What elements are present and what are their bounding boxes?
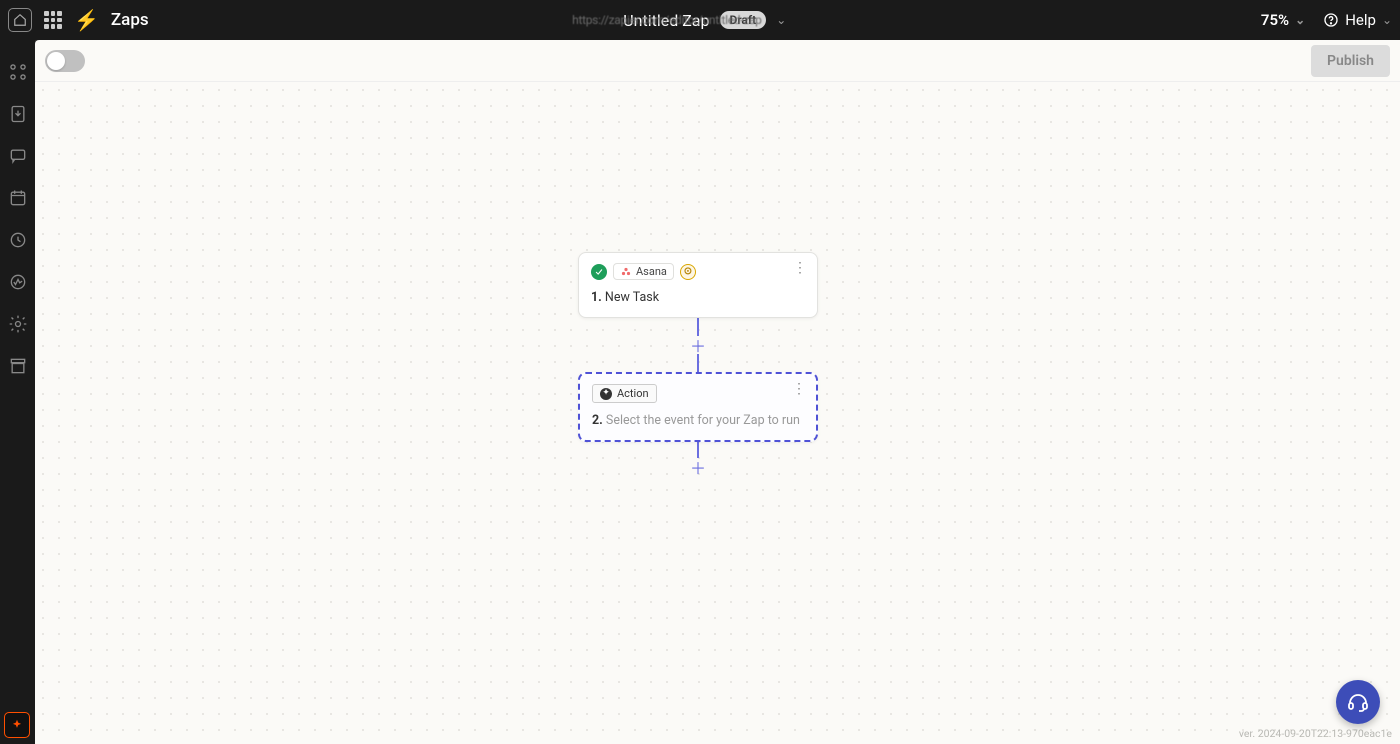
zap-enable-toggle[interactable] [45, 50, 85, 72]
flow-container: Asana ⊙ ⋮ 1. New Task ＋ [578, 252, 818, 476]
asana-logo-icon [620, 266, 632, 278]
add-step-button-1[interactable]: ＋ [689, 336, 707, 354]
trigger-node-body: 1. New Task [591, 290, 805, 305]
help-menu[interactable]: Help ⌄ [1323, 11, 1392, 29]
trigger-node-header: Asana ⊙ [591, 263, 805, 280]
headset-icon [1346, 690, 1370, 714]
version-label: ver. 2024-09-20T22:13-970eac1e [1239, 727, 1392, 740]
action-node[interactable]: ✦ Action ⋮ 2. Select the event for your … [578, 372, 818, 442]
rail-import-icon[interactable] [8, 104, 28, 124]
trigger-instant-badge: ⊙ [680, 264, 696, 280]
trigger-node-menu-icon[interactable]: ⋮ [793, 261, 807, 275]
help-label: Help [1345, 11, 1376, 29]
title-chevron-down-icon[interactable]: ⌄ [776, 13, 786, 27]
editor-canvas[interactable]: Asana ⊙ ⋮ 1. New Task ＋ [35, 82, 1400, 744]
rail-comment-icon[interactable] [8, 146, 28, 166]
toggle-knob [47, 52, 65, 70]
step2-number: 2. [592, 413, 603, 428]
help-circle-icon [1323, 12, 1339, 28]
canvas-toolbar: Publish [35, 40, 1400, 82]
add-step-button-2[interactable]: ＋ [689, 458, 707, 476]
bolt-icon: ⚡ [74, 10, 99, 30]
rail-history-icon[interactable] [8, 230, 28, 250]
action-node-body: 2. Select the event for your Zap to run [592, 413, 804, 428]
zoom-control[interactable]: 75% ⌄ [1261, 11, 1305, 29]
top-bar: ⚡ Zaps https://zapier.com/editor/untitle… [0, 0, 1400, 40]
status-complete-icon [591, 264, 607, 280]
trigger-node[interactable]: Asana ⊙ ⋮ 1. New Task [578, 252, 818, 318]
rail-archive-icon[interactable] [8, 356, 28, 376]
support-chat-fab[interactable] [1336, 680, 1380, 724]
home-icon[interactable] [8, 8, 32, 32]
action-node-header: ✦ Action [592, 384, 804, 403]
canvas-wrap: Publish Asana [35, 40, 1400, 744]
ai-assistant-icon[interactable] [4, 712, 30, 738]
action-chip[interactable]: ✦ Action [592, 384, 657, 403]
zoom-chevron-down-icon: ⌄ [1295, 13, 1305, 27]
rail-branches-icon[interactable] [8, 62, 28, 82]
step1-number: 1. [591, 290, 602, 305]
topbar-center: https://zapier.com/editor/untitled-zap U… [149, 11, 1261, 30]
action-chip-label: Action [617, 387, 649, 400]
rail-settings-icon[interactable] [8, 314, 28, 334]
trigger-app-chip[interactable]: Asana [613, 263, 674, 280]
action-plus-icon: ✦ [600, 388, 612, 400]
zoom-value: 75% [1261, 11, 1289, 29]
step2-placeholder: Select the event for your Zap to run [606, 413, 800, 428]
rail-calendar-icon[interactable] [8, 188, 28, 208]
apps-grid-icon[interactable] [44, 11, 62, 29]
breadcrumb[interactable]: Zaps [111, 10, 149, 30]
bolt-mini-icon: ⊙ [684, 266, 692, 277]
left-rail [0, 40, 35, 744]
trigger-app-name: Asana [636, 265, 667, 278]
publish-button[interactable]: Publish [1311, 45, 1390, 77]
topbar-left: ⚡ Zaps [8, 8, 149, 32]
app-body: Publish Asana [0, 40, 1400, 744]
topbar-right: 75% ⌄ Help ⌄ [1261, 11, 1392, 29]
action-node-menu-icon[interactable]: ⋮ [792, 382, 806, 396]
url-ghost: https://zapier.com/editor/untitled-zap [572, 13, 761, 27]
rail-activity-icon[interactable] [8, 272, 28, 292]
help-chevron-down-icon: ⌄ [1382, 13, 1392, 27]
step1-title: New Task [605, 290, 659, 305]
